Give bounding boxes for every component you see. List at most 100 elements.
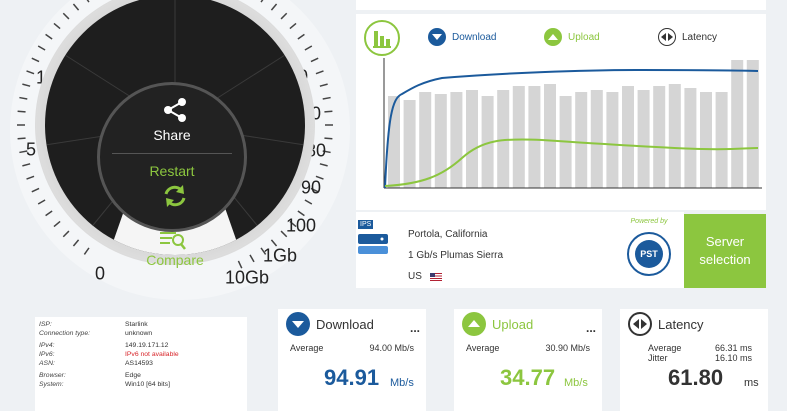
gauge-tick (26, 70, 35, 75)
share-label: Share (153, 127, 191, 143)
download-more-button[interactable]: ... (410, 321, 420, 335)
tick-0: 0 (94, 263, 106, 284)
gauge-tick (31, 187, 40, 193)
asn-row: ASN: AS14593 (39, 360, 153, 367)
bar-chart-icon (373, 31, 391, 48)
gauge-tick (324, 110, 333, 113)
gauge-tick (22, 163, 31, 167)
compare-label: Compare (146, 252, 204, 268)
speed-chart (383, 58, 762, 189)
top-strip (356, 0, 766, 10)
upload-more-button[interactable]: ... (586, 321, 596, 335)
jitter-label: Jitter (648, 353, 668, 363)
upload-body: Average 30.90 Mb/s 34.77 Mb/s (466, 341, 590, 411)
chart-bar (528, 86, 541, 188)
share-icon (164, 98, 186, 122)
server-panel: IPS Portola, California 1 Gb/s Plumas Si… (356, 212, 684, 288)
restart-button[interactable]: Restart (100, 155, 244, 229)
upload-value: 34.77 (500, 365, 556, 390)
legend-download[interactable]: Download (428, 28, 496, 46)
chart-bar (715, 92, 728, 188)
upload-avg-label: Average (466, 343, 500, 353)
upload-unit: Mb/s (564, 377, 588, 389)
system-row: System: Win10 [64 bits] (39, 381, 170, 388)
latency-avg-value: 66.31 ms (714, 343, 752, 353)
chart-bar (731, 60, 744, 188)
server-icon (358, 234, 388, 254)
chart-toggle-button[interactable] (364, 20, 400, 56)
chart-bar (653, 86, 666, 188)
browser-row: Browser: Edge (39, 372, 141, 379)
download-header: Download (278, 309, 426, 339)
server-provider: 1 Gb/s Plumas Sierra (408, 250, 504, 261)
latency-body: Average 66.31 ms Jitter 16.10 ms 61.80 m… (632, 341, 759, 411)
server-country: US (408, 271, 422, 282)
chart-bar (700, 92, 712, 188)
legend-download-label: Download (452, 31, 497, 43)
latency-title: Latency (658, 316, 704, 332)
latency-unit: ms (744, 377, 759, 389)
gauge-tick (17, 110, 26, 113)
server-info: Portola, California 1 Gb/s Plumas Sierra… (408, 224, 503, 287)
isp-row: ISP: Starlink (39, 321, 148, 328)
download-body: Average 94.00 Mb/s 94.91 Mb/s (290, 341, 414, 411)
chart-bar (512, 86, 525, 188)
hub-divider (112, 153, 232, 154)
restart-label: Restart (149, 163, 195, 179)
legend-upload[interactable]: Upload (544, 28, 600, 46)
gauge-tick (315, 70, 324, 75)
gauge-tick (322, 96, 331, 100)
latency-value: 61.80 (668, 365, 724, 390)
chart-bar (637, 90, 650, 188)
gauge-tick (304, 199, 313, 205)
download-title: Download (316, 316, 374, 332)
gauge-tick (319, 163, 328, 167)
chart-bar (684, 88, 697, 188)
server-button-line1: Server (705, 234, 745, 249)
upload-title: Upload (492, 316, 534, 332)
chart-panel: Download Upload Latency (356, 14, 766, 210)
pst-logo-text: PST (635, 240, 663, 268)
chart-bar (622, 86, 634, 188)
latency-header: Latency (620, 309, 768, 339)
isp-info-panel: ISP: Starlink Connection type: unknown IPv… (35, 317, 247, 411)
gauge-tick (17, 137, 26, 140)
legend-upload-label: Upload (568, 31, 600, 43)
gauge-tick (304, 45, 313, 51)
gauge-tick (319, 83, 328, 87)
server-selection-button[interactable]: Server selection (684, 214, 766, 288)
tick-10gb: 10Gb (224, 267, 270, 288)
download-avg-value: 94.00 Mb/s (369, 343, 414, 353)
legend-latency[interactable]: Latency (658, 28, 717, 46)
gauge-tick (310, 57, 319, 63)
restart-icon (164, 185, 186, 207)
upload-arrow-icon (544, 28, 562, 46)
ips-icon: IPS (356, 220, 392, 256)
pst-logo: Powered by PST (619, 218, 679, 284)
download-panel: Download ... Average 94.00 Mb/s 94.91 Mb… (278, 309, 426, 411)
gauge-tick (19, 96, 28, 100)
ipv4-row: IPv4: 149.19.171.12 (39, 342, 169, 349)
chart-bar (606, 92, 619, 188)
chart-bar (575, 92, 588, 188)
upload-avg-value: 30.90 Mb/s (545, 343, 590, 353)
speed-gauge: 0 5 10 15 20 30 40 50 60 70 80 90 100 1G… (0, 0, 360, 300)
chart-bar (466, 90, 478, 188)
center-hub: Share Restart (97, 82, 247, 232)
chart-bar (668, 84, 681, 188)
download-avg-label: Average (290, 343, 324, 353)
chart-bar (403, 100, 416, 188)
us-flag-icon (429, 272, 442, 281)
ipv6-row: IPv6: IPv6 not available (39, 351, 179, 358)
powered-by-label: Powered by (630, 218, 668, 225)
upload-panel: Upload ... Average 30.90 Mb/s 34.77 Mb/s (454, 309, 602, 411)
latency-panel: Latency Average 66.31 ms Jitter 16.10 ms… (620, 309, 768, 411)
latency-arrows-icon (658, 28, 676, 46)
share-button[interactable]: Share (100, 85, 244, 151)
latency-avg-label: Average (648, 343, 682, 353)
gauge-tick (31, 57, 40, 63)
gauge-tick (22, 83, 31, 87)
chart-bar (590, 90, 603, 188)
ips-badge: IPS (358, 220, 374, 229)
server-button-line2: selection (699, 252, 751, 267)
